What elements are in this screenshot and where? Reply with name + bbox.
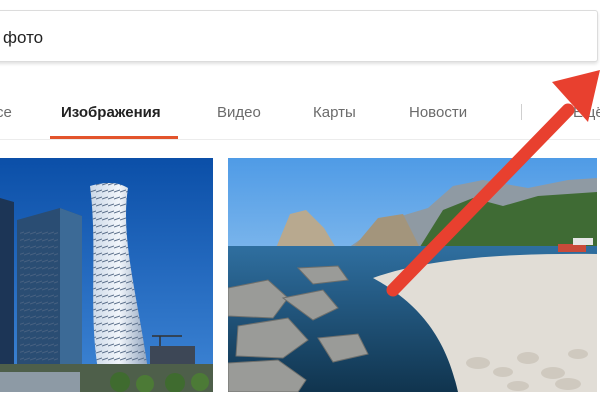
result-image-seaside[interactable] xyxy=(228,158,597,392)
tab-separator xyxy=(521,104,522,120)
search-query-text[interactable]: фото xyxy=(3,28,43,48)
skyscrapers-image xyxy=(0,158,213,392)
tab-images[interactable]: Изображения xyxy=(61,104,161,121)
tab-video[interactable]: Видео xyxy=(217,104,261,121)
tabs-divider xyxy=(0,139,600,140)
result-image-skyscrapers[interactable] xyxy=(0,158,213,392)
tab-maps[interactable]: Карты xyxy=(313,104,356,121)
search-tabs: Все Изображения Видео Карты Новости Ещё xyxy=(0,96,600,140)
tab-all[interactable]: Все xyxy=(0,104,12,121)
tab-news[interactable]: Новости xyxy=(409,104,467,121)
search-input[interactable]: фото xyxy=(0,10,598,62)
seaside-image xyxy=(228,158,597,392)
tab-more[interactable]: Ещё xyxy=(573,104,600,121)
